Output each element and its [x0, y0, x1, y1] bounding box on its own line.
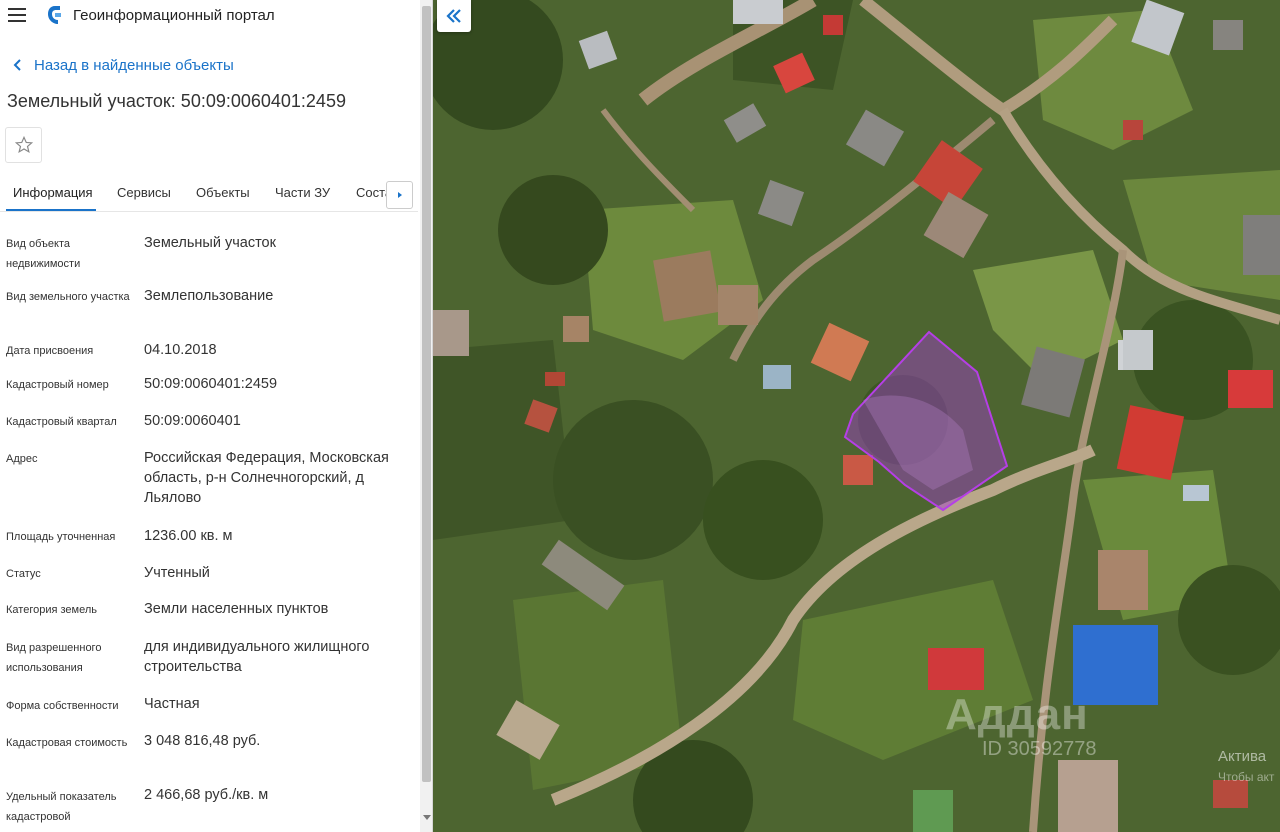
active-tab-indicator	[6, 209, 96, 211]
property-label: Кадастровая стоимость	[6, 737, 128, 749]
tabs-scroll-right-button[interactable]	[386, 181, 413, 209]
photo-watermark: Аддан	[945, 690, 1089, 739]
satellite-imagery	[433, 0, 1280, 832]
tab-services[interactable]: Сервисы	[117, 185, 171, 200]
property-label: Категория земель	[6, 604, 97, 616]
portal-logo-icon	[48, 6, 61, 24]
property-label: Вид земельного участка	[6, 291, 130, 303]
property-value: Частная	[144, 696, 200, 712]
property-value: Земельный участок	[144, 235, 276, 251]
tab-bar: Информация Сервисы Объекты Части ЗУ Сост…	[0, 174, 418, 212]
os-activation-notice: Актива	[1218, 748, 1267, 765]
property-label: Вид объекта недвижимости	[6, 238, 81, 270]
property-label: Адрес	[6, 453, 38, 465]
property-value: Учтенный	[144, 565, 210, 581]
menu-icon[interactable]	[8, 8, 26, 22]
property-value: для индивидуального жилищного строительс…	[144, 639, 370, 675]
property-value: 04.10.2018	[144, 342, 217, 358]
tab-parts[interactable]: Части ЗУ	[275, 185, 330, 200]
property-label: Вид разрешенного использования	[6, 642, 102, 674]
property-value: 1236.00 кв. м	[144, 528, 233, 544]
star-icon	[14, 136, 33, 154]
property-label: Дата присвоения	[6, 345, 94, 357]
top-bar: Геоинформационный портал	[0, 0, 420, 32]
scroll-down-arrow-icon[interactable]	[423, 815, 431, 820]
property-value: Землепользование	[144, 288, 274, 304]
property-value: 3 048 816,48 руб.	[144, 733, 261, 749]
favorite-button[interactable]	[5, 127, 42, 163]
property-value: Российская Федерация, Московская область…	[144, 450, 389, 506]
double-chevron-left-icon	[446, 9, 461, 23]
tab-objects[interactable]: Объекты	[196, 185, 250, 200]
property-label: Площадь уточненная	[6, 531, 116, 543]
collapse-panel-button[interactable]	[437, 0, 471, 32]
property-label: Форма собственности	[6, 700, 119, 712]
os-activation-notice-subtext: Чтобы акт	[1218, 770, 1275, 784]
property-label: Кадастровый номер	[6, 379, 109, 391]
chevron-left-icon	[13, 59, 21, 71]
info-panel: Геоинформационный портал Назад в найденн…	[0, 0, 433, 832]
tab-information[interactable]: Информация	[13, 185, 93, 200]
back-to-results-link[interactable]: Назад в найденные объекты	[10, 55, 234, 75]
property-label: Статус	[6, 568, 41, 580]
caret-right-icon	[397, 192, 402, 198]
app-title: Геоинформационный портал	[73, 7, 275, 24]
satellite-map[interactable]: Аддан ID 30592778 Актива Чтобы акт	[433, 0, 1280, 832]
property-value: Земли населенных пунктов	[144, 601, 329, 617]
panel-scrollbar[interactable]	[420, 0, 432, 832]
property-value: 2 466,68 руб./кв. м	[144, 787, 269, 803]
property-value: 50:09:0060401	[144, 413, 241, 429]
photo-watermark-id: ID 30592778	[982, 738, 1097, 760]
object-title: Земельный участок: 50:09:0060401:2459	[7, 91, 346, 111]
property-label: Удельный показатель кадастровой	[6, 791, 117, 823]
property-label: Кадастровый квартал	[6, 416, 117, 428]
back-link-label: Назад в найденные объекты	[34, 56, 234, 74]
property-value: 50:09:0060401:2459	[144, 376, 278, 392]
scrollbar-thumb[interactable]	[422, 6, 431, 782]
